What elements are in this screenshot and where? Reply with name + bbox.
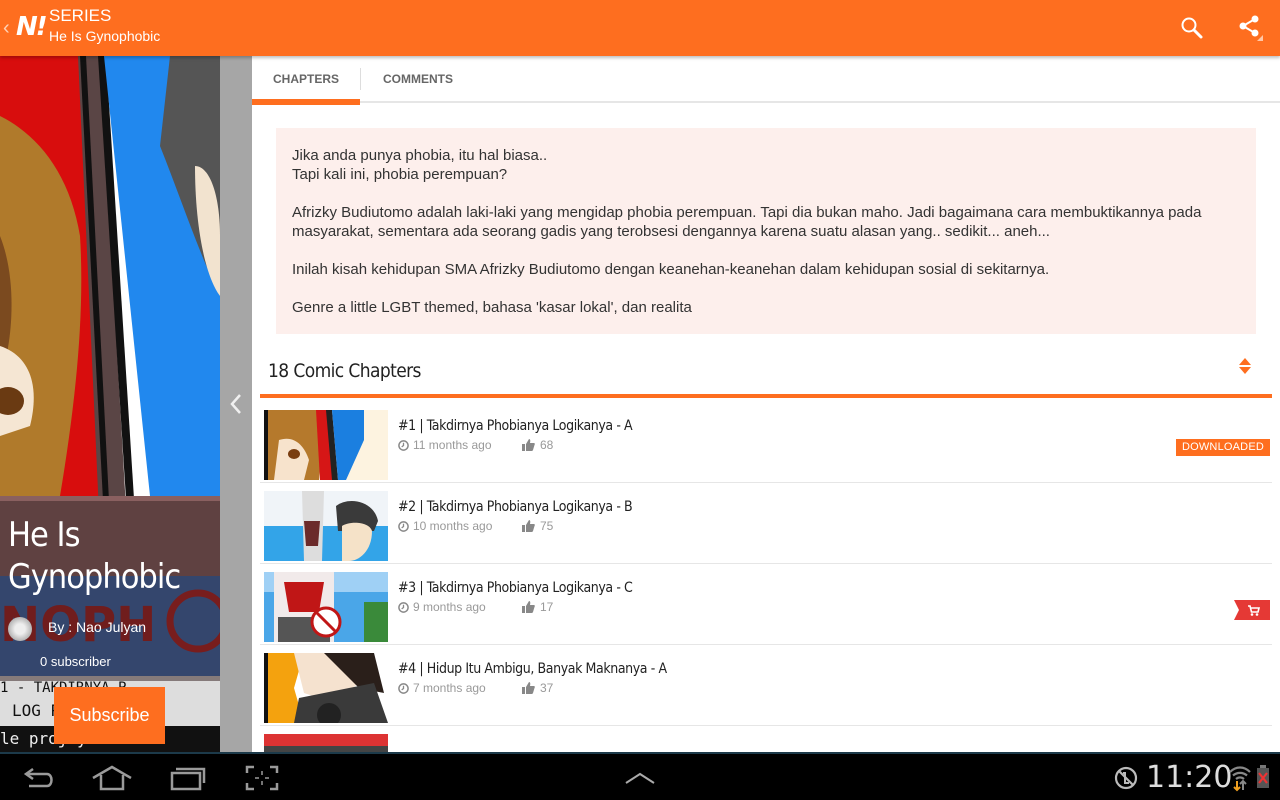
buy-cart-badge[interactable] bbox=[1234, 600, 1270, 620]
chapter-meta: 7 months ago 37 bbox=[398, 681, 553, 695]
recent-apps-icon bbox=[170, 767, 206, 791]
chapter-title: #2 | Takdirnya Phobianya Logikanya - B bbox=[398, 499, 633, 515]
chevron-left-icon bbox=[230, 394, 241, 414]
back-button[interactable] bbox=[20, 762, 60, 794]
author-avatar[interactable] bbox=[8, 617, 32, 641]
chapter-thumbnail bbox=[264, 572, 388, 642]
thumbs-up-icon bbox=[522, 439, 535, 451]
chapter-time: 11 months ago bbox=[413, 438, 492, 452]
app-logo[interactable]: N! bbox=[16, 12, 48, 42]
chapter-thumbnail bbox=[264, 734, 388, 752]
chapter-meta: 11 months ago 68 bbox=[398, 438, 553, 452]
chapter-title: #4 | Hidup Itu Ambigu, Banyak Maknanya -… bbox=[398, 661, 667, 677]
tab-chapters[interactable]: CHAPTERS bbox=[252, 56, 360, 105]
thumbs-up-icon bbox=[522, 520, 535, 532]
thumbs-up-icon bbox=[522, 601, 535, 613]
chapter-row[interactable]: #4 | Hidup Itu Ambigu, Banyak Maknanya -… bbox=[260, 645, 1272, 726]
collapse-panel-handle[interactable] bbox=[220, 56, 252, 752]
clock-icon bbox=[398, 682, 409, 694]
back-icon bbox=[23, 767, 53, 788]
expand-notifications-button[interactable] bbox=[620, 762, 660, 794]
subscriber-count: 0 subscriber bbox=[40, 654, 111, 669]
system-navigation-bar: 11:20 bbox=[0, 752, 1280, 800]
share-button[interactable] bbox=[1232, 10, 1268, 46]
sort-icon[interactable] bbox=[1238, 356, 1252, 376]
app-bar: ‹ N! SERIES He Is Gynophobic bbox=[0, 0, 1280, 56]
section-title: SERIES bbox=[49, 6, 112, 25]
search-icon bbox=[1181, 17, 1203, 39]
chapter-thumbnail bbox=[264, 653, 388, 723]
chapter-title: #1 | Takdirnya Phobianya Logikanya - A bbox=[398, 418, 633, 434]
battery-icon bbox=[1257, 765, 1269, 788]
chapter-time: 9 months ago bbox=[413, 600, 486, 614]
author-name[interactable]: By : Nao Julyan bbox=[48, 618, 146, 636]
chapter-time: 10 months ago bbox=[413, 519, 493, 533]
chapter-likes: 75 bbox=[540, 519, 554, 533]
wifi-icon bbox=[1229, 766, 1251, 792]
chapter-thumbnail bbox=[264, 410, 388, 480]
recent-apps-button[interactable] bbox=[168, 762, 208, 794]
series-cover-panel: NOPH 1 - TAKDIRNYA P LOG PAR le proj y N… bbox=[0, 56, 220, 752]
synopsis-paragraph: Genre a little LGBT themed, bahasa 'kasa… bbox=[292, 299, 692, 316]
chapter-likes: 37 bbox=[540, 681, 554, 695]
chapter-meta: 9 months ago 17 bbox=[398, 600, 553, 614]
chapter-row[interactable] bbox=[260, 726, 1272, 752]
home-icon bbox=[92, 765, 132, 791]
chapter-row[interactable]: #3 | Takdirnya Phobianya Logikanya - C 9… bbox=[260, 564, 1272, 645]
synopsis-paragraph: Afrizky Budiutomo adalah laki-laki yang … bbox=[292, 204, 1202, 240]
home-button[interactable] bbox=[90, 762, 134, 794]
chapter-thumbnail bbox=[264, 491, 388, 561]
search-button[interactable] bbox=[1174, 10, 1210, 46]
chapter-time: 7 months ago bbox=[413, 681, 486, 695]
thumbs-up-icon bbox=[522, 682, 535, 694]
series-subtitle: He Is Gynophobic bbox=[49, 28, 161, 44]
clock-icon bbox=[398, 601, 409, 613]
no-sync-icon bbox=[1114, 766, 1138, 790]
clock-icon bbox=[398, 439, 409, 451]
synopsis-paragraph: Jika anda punya phobia, itu hal biasa.. … bbox=[292, 147, 548, 183]
synopsis-box: Jika anda punya phobia, itu hal biasa.. … bbox=[276, 128, 1256, 334]
chapters-list-header: 18 Comic Chapters bbox=[260, 356, 1272, 398]
chapter-meta: 10 months ago 75 bbox=[398, 519, 553, 533]
chapter-likes: 17 bbox=[540, 600, 554, 614]
series-title: He Is Gynophobic bbox=[8, 515, 181, 597]
chapter-row[interactable]: #1 | Takdirnya Phobianya Logikanya - A 1… bbox=[260, 402, 1272, 483]
clock-icon bbox=[398, 520, 409, 532]
main-content: CHAPTERS COMMENTS Jika anda punya phobia… bbox=[252, 56, 1280, 752]
chapters-count-title: 18 Comic Chapters bbox=[268, 360, 421, 382]
screenshot-icon bbox=[245, 765, 279, 791]
back-chevron-icon[interactable]: ‹ bbox=[3, 14, 10, 42]
chapter-title: #3 | Takdirnya Phobianya Logikanya - C bbox=[398, 580, 633, 596]
subscribe-button[interactable]: Subscribe bbox=[54, 687, 165, 744]
chapter-row[interactable]: #2 | Takdirnya Phobianya Logikanya - B 1… bbox=[260, 483, 1272, 564]
tab-bar: CHAPTERS COMMENTS bbox=[252, 56, 1280, 105]
screenshot-button[interactable] bbox=[244, 762, 280, 794]
up-arrow-icon bbox=[625, 772, 655, 784]
synopsis-paragraph: Inilah kisah kehidupan SMA Afrizky Budiu… bbox=[292, 261, 1050, 278]
downloaded-badge: DOWNLOADED bbox=[1175, 439, 1270, 456]
tab-comments[interactable]: COMMENTS bbox=[361, 56, 475, 103]
chapter-likes: 68 bbox=[540, 438, 554, 452]
clock: 11:20 bbox=[1146, 760, 1233, 795]
share-icon bbox=[1239, 15, 1263, 41]
